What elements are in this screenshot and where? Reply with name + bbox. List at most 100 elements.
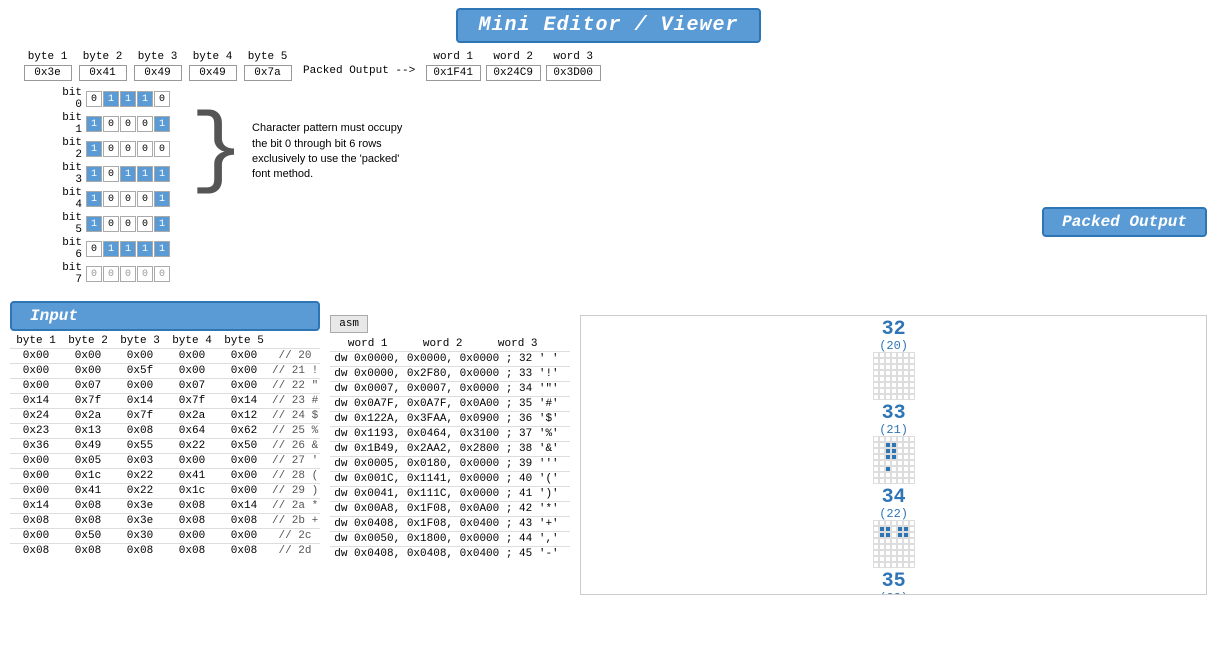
input-cell-12-3: 0x00 xyxy=(166,529,218,543)
byte-val-1: 0x41 xyxy=(79,65,127,81)
input-header-0: byte 1 xyxy=(10,334,62,348)
input-cell-5-1: 0x13 xyxy=(62,424,114,438)
input-cell-2-5: // 22 " xyxy=(270,379,320,393)
byte-col-1: byte 2 xyxy=(75,51,130,65)
glyph-item-35: 35(23) xyxy=(585,572,1202,595)
bit-row-0: bit 001110 xyxy=(50,87,170,111)
input-table: byte 1byte 2byte 3byte 4byte 5 0x000x000… xyxy=(10,334,320,558)
byte-col-4: byte 5 xyxy=(240,51,295,65)
glyph-item-33: 33(21) xyxy=(585,404,1202,484)
input-cell-6-0: 0x36 xyxy=(10,439,62,453)
output-cell-0: dw 0x0000, 0x0000, 0x0000 ; 32 ' ' xyxy=(330,352,570,366)
asm-tab[interactable]: asm xyxy=(330,315,368,333)
input-cell-10-3: 0x08 xyxy=(166,499,218,513)
byte-col-0: byte 1 xyxy=(20,51,75,65)
input-cell-10-0: 0x14 xyxy=(10,499,62,513)
bit-cell-3-2: 1 xyxy=(120,166,136,182)
output-cell-5: dw 0x1193, 0x0464, 0x3100 ; 37 '%' xyxy=(330,427,570,441)
input-table-row-6: 0x360x490x550x220x50// 26 & xyxy=(10,438,320,453)
output-cell-4: dw 0x122A, 0x3FAA, 0x0900 ; 36 '$' xyxy=(330,412,570,426)
output-section: asm word 1word 2word 3 dw 0x0000, 0x0000… xyxy=(330,315,570,561)
input-cell-4-3: 0x2a xyxy=(166,409,218,423)
input-cell-9-4: 0x00 xyxy=(218,484,270,498)
bit-cell-1-3: 0 xyxy=(137,116,153,132)
input-table-row-3: 0x140x7f0x140x7f0x14// 23 # xyxy=(10,393,320,408)
header-title: Mini Editor / Viewer xyxy=(478,14,738,37)
input-cell-5-3: 0x64 xyxy=(166,424,218,438)
bit-grid-section: bit 001110bit 110001bit 210000bit 310111… xyxy=(0,83,1217,291)
input-table-row-4: 0x240x2a0x7f0x2a0x12// 24 $ xyxy=(10,408,320,423)
output-table-row-3: dw 0x0A7F, 0x0A7F, 0x0A00 ; 35 '#' xyxy=(330,396,570,411)
bit-cell-6-0: 0 xyxy=(86,241,102,257)
byte-labels-row: byte 1byte 2 byte 3 byte 4 byte 5 xyxy=(20,51,295,65)
output-header-1: word 2 xyxy=(405,337,480,351)
output-cell-6: dw 0x1B49, 0x2AA2, 0x2800 ; 38 '&' xyxy=(330,442,570,456)
bit-cell-0-3: 1 xyxy=(137,91,153,107)
byte-val-col-2: 0x49 xyxy=(130,65,185,81)
output-table-row-2: dw 0x0007, 0x0007, 0x0000 ; 34 '"' xyxy=(330,381,570,396)
bit-row-label-7: bit 7 xyxy=(50,262,82,286)
bit-cell-2-3: 0 xyxy=(137,141,153,157)
output-cell-13: dw 0x0408, 0x0408, 0x0400 ; 45 '-' xyxy=(330,547,570,561)
glyph-sub-34: (22) xyxy=(879,508,908,520)
input-cell-1-2: 0x5f xyxy=(114,364,166,378)
input-table-row-2: 0x000x070x000x070x00// 22 " xyxy=(10,378,320,393)
word-label-col-1: word 2 xyxy=(483,51,543,65)
input-header-3: byte 4 xyxy=(166,334,218,348)
word-val-1: 0x24C9 xyxy=(486,65,541,81)
input-table-row-11: 0x080x080x3e0x080x08// 2b + xyxy=(10,513,320,528)
bit-cells-1: 10001 xyxy=(86,116,170,132)
glyph-col1: 32(20)33(21)34(22)35(23) xyxy=(585,320,1202,595)
bit-grid-area: bit 001110bit 110001bit 210000bit 310111… xyxy=(50,87,170,287)
bit-cell-4-1: 0 xyxy=(103,191,119,207)
input-cell-2-2: 0x00 xyxy=(114,379,166,393)
input-cell-9-0: 0x00 xyxy=(10,484,62,498)
input-cell-9-1: 0x41 xyxy=(62,484,114,498)
bit-cell-5-3: 0 xyxy=(137,216,153,232)
word-label-2: word 3 xyxy=(553,51,593,63)
bit-cell-6-1: 1 xyxy=(103,241,119,257)
output-table-row-9: dw 0x0041, 0x111C, 0x0000 ; 41 ')' xyxy=(330,486,570,501)
input-cell-2-0: 0x00 xyxy=(10,379,62,393)
input-cell-13-0: 0x08 xyxy=(10,544,62,558)
word-val-0: 0x1F41 xyxy=(426,65,481,81)
annotation-area: } Character pattern must occupy the bit … xyxy=(190,97,412,197)
input-cell-13-1: 0x08 xyxy=(62,544,114,558)
byte-label-3: byte 4 xyxy=(193,51,233,63)
input-cell-8-1: 0x1c xyxy=(62,469,114,483)
byte-val-2: 0x49 xyxy=(134,65,182,81)
output-table-row-11: dw 0x0408, 0x1F08, 0x0400 ; 43 '+' xyxy=(330,516,570,531)
bit-cell-5-4: 1 xyxy=(154,216,170,232)
input-cell-5-4: 0x62 xyxy=(218,424,270,438)
word-values-row: 0x1F410x24C90x3D00 xyxy=(423,65,603,81)
input-cell-1-1: 0x00 xyxy=(62,364,114,378)
byte-label-2: byte 3 xyxy=(138,51,178,63)
bit-row-label-1: bit 1 xyxy=(50,112,82,136)
bit-cell-0-4: 0 xyxy=(154,91,170,107)
input-cell-3-5: // 23 # xyxy=(270,394,320,408)
glyph-cell-32-7-6 xyxy=(909,394,915,400)
input-cell-11-5: // 2b + xyxy=(270,514,320,528)
byte-val-col-3: 0x49 xyxy=(185,65,240,81)
byte-col-3: byte 4 xyxy=(185,51,240,65)
glyph-number-32: 32 xyxy=(882,320,906,340)
glyph-grid-34 xyxy=(873,520,915,568)
bit-cell-7-0: 0 xyxy=(86,266,102,282)
bit-cell-7-4: 0 xyxy=(154,266,170,282)
input-table-row-1: 0x000x000x5f0x000x00// 21 ! xyxy=(10,363,320,378)
packed-output-label-box: Packed Output xyxy=(1042,207,1207,237)
input-cell-5-2: 0x08 xyxy=(114,424,166,438)
input-cell-7-2: 0x03 xyxy=(114,454,166,468)
input-cell-4-5: // 24 $ xyxy=(270,409,320,423)
bit-row-label-6: bit 6 xyxy=(50,237,82,261)
input-cell-1-5: // 21 ! xyxy=(270,364,320,378)
glyph-sub-32: (20) xyxy=(879,340,908,352)
input-table-header: byte 1byte 2byte 3byte 4byte 5 xyxy=(10,334,320,348)
byte-inputs-area: byte 1byte 2byte 3byte 4byte 5 0x3e0x410… xyxy=(20,51,295,81)
bit-cells-6: 01111 xyxy=(86,241,170,257)
bit-cells-7: 00000 xyxy=(86,266,170,282)
glyph-cell-34-7-6 xyxy=(909,562,915,568)
byte-col-2: byte 3 xyxy=(130,51,185,65)
input-cell-12-2: 0x30 xyxy=(114,529,166,543)
word-label-1: word 2 xyxy=(493,51,533,63)
